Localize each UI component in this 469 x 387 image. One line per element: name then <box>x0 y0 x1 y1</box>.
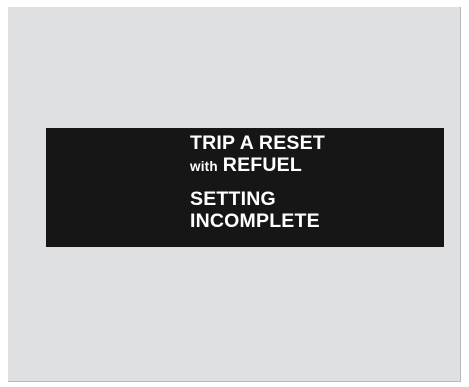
screenshot-frame: TRIP A RESET with REFUEL SETTING INCOMPLE… <box>8 7 461 382</box>
with-label: with <box>190 158 218 174</box>
message-text-block: TRIP A RESET with REFUEL SETTING INCOMPLE… <box>190 132 325 232</box>
trip-reset-line: TRIP A RESET <box>190 132 325 154</box>
refuel-line: with REFUEL <box>190 153 325 176</box>
refuel-label: REFUEL <box>222 153 302 176</box>
incomplete-line: INCOMPLETE <box>190 209 320 232</box>
message-display: TRIP A RESET with REFUEL SETTING INCOMPLE… <box>46 128 444 247</box>
setting-line: SETTING <box>190 188 276 210</box>
